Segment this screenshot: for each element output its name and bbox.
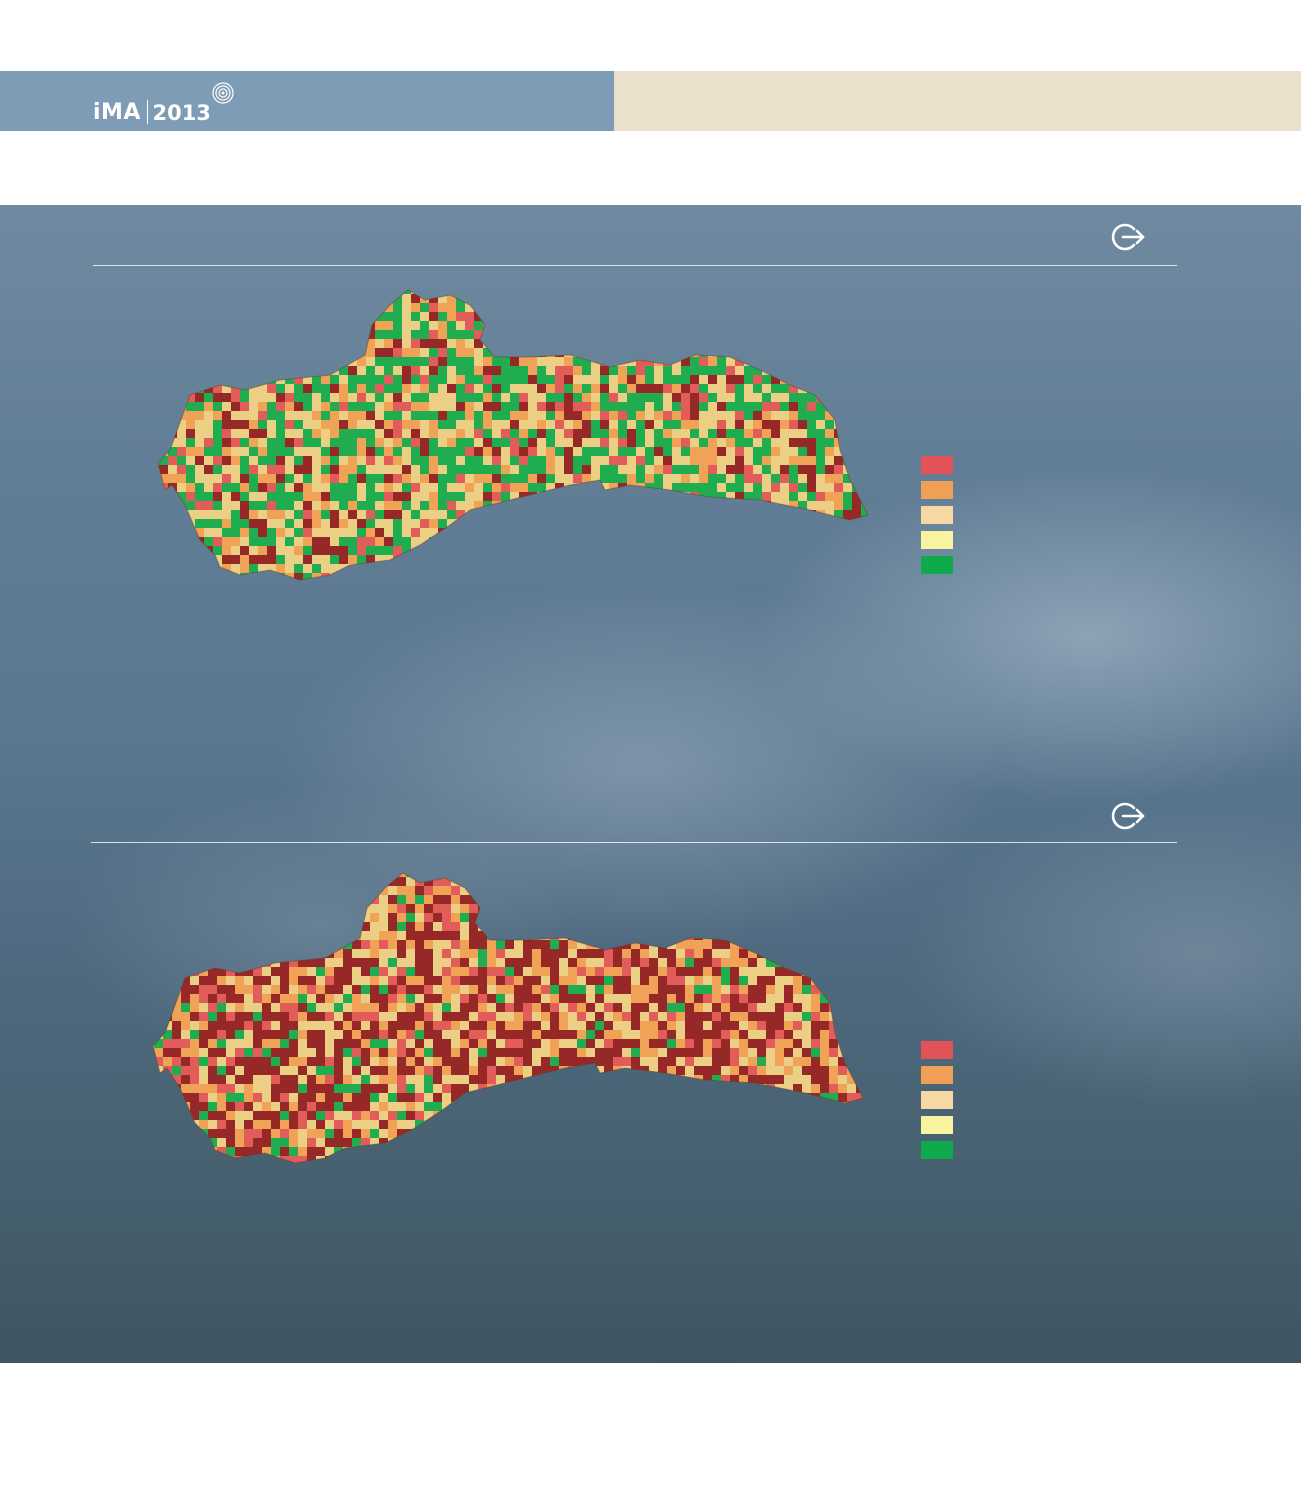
risk-cells (158, 290, 868, 580)
header-band-right (614, 71, 1301, 131)
legend-swatch-4 (921, 531, 953, 549)
legend-swatch-1 (921, 456, 953, 474)
legend-swatch-2 (921, 1066, 953, 1084)
ima-2013-logo: iMA 2013 (93, 82, 234, 125)
map-2-legend (921, 1041, 953, 1166)
risk-map-1 (157, 289, 869, 581)
concentric-rings-icon (212, 82, 234, 104)
legend-swatch-3 (921, 506, 953, 524)
panel-1-rule (93, 265, 1177, 266)
logo-divider (146, 100, 149, 124)
map-1-legend (921, 456, 953, 581)
risk-cells (153, 873, 863, 1163)
logo-year: 2013 (152, 101, 211, 125)
legend-swatch-2 (921, 481, 953, 499)
legend-swatch-3 (921, 1091, 953, 1109)
legend-swatch-4 (921, 1116, 953, 1134)
risk-map-2 (152, 872, 864, 1164)
logo-brand: iMA (93, 100, 141, 125)
legend-swatch-1 (921, 1041, 953, 1059)
legend-swatch-5 (921, 1141, 953, 1159)
panel-2-rule (91, 842, 1177, 843)
legend-swatch-5 (921, 556, 953, 574)
exit-arrow-icon[interactable] (1108, 218, 1146, 256)
exit-arrow-icon[interactable] (1108, 797, 1146, 835)
